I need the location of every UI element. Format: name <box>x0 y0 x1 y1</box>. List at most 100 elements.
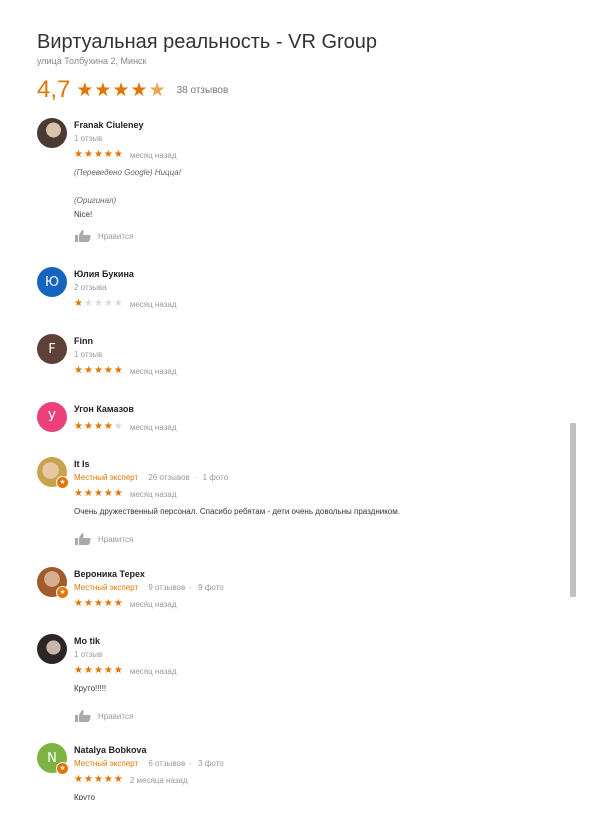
rating-stars: ★★★★★ <box>74 365 124 377</box>
avatar[interactable]: ★ <box>37 567 69 599</box>
avatar[interactable] <box>37 634 67 664</box>
star-filled-icon: ★ <box>103 665 114 676</box>
star-filled-icon: ★ <box>74 598 84 609</box>
place-header: Виртуальная реальность - VR Group улица … <box>37 30 577 104</box>
like-button[interactable]: Нравится <box>74 532 557 546</box>
star-empty-icon: ★ <box>103 298 114 309</box>
reviewer-name[interactable]: Franak Ciuleney <box>74 119 557 131</box>
review-item: У Угон Камазов ★★★★★ месяц назад <box>37 402 557 451</box>
avatar[interactable]: Ю <box>37 267 67 297</box>
review-time: месяц назад <box>129 666 177 676</box>
reviewer-photo-count: 3 фото <box>198 759 224 768</box>
star-filled-icon: ★ <box>83 421 94 432</box>
review-item: F Finn 1 отзыв ★★★★★ месяц назад <box>37 334 557 396</box>
rating-stars: ★★★★★ <box>74 598 124 610</box>
review-item: Mo tik 1 отзыв ★★★★★ месяц назад Круто!!… <box>37 634 557 737</box>
average-rating: 4,7 <box>37 76 71 103</box>
reviewer-review-count: 26 отзывов <box>148 473 190 482</box>
review-text: Nice! <box>74 210 93 219</box>
like-button[interactable]: Нравится <box>74 229 557 243</box>
reviewer-name[interactable]: It Is <box>74 458 557 470</box>
avatar-letter: N <box>47 750 57 766</box>
reviewer-review-count: 6 отзывов <box>148 759 186 768</box>
local-guide-label: Местный эксперт <box>74 473 139 482</box>
review-text: Круто!!!!! <box>74 684 107 693</box>
review-time: 2 месяца назад <box>129 775 188 785</box>
rating-stars: ★★★★★ <box>74 421 124 433</box>
star-filled-icon: ★ <box>93 774 104 785</box>
star-filled-icon: ★ <box>74 665 84 676</box>
star-filled-icon: ★ <box>83 665 94 676</box>
review-item: Ю Юлия Букина 2 отзыва ★★★★★ месяц назад <box>37 267 557 328</box>
star-filled-icon: ★ <box>83 488 94 499</box>
reviewer-name[interactable]: Mo tik <box>74 635 557 647</box>
review-time: месяц назад <box>129 599 177 609</box>
review-text: Круто <box>74 793 96 800</box>
star-filled-icon: ★ <box>113 774 124 785</box>
review-time: месяц назад <box>129 489 177 499</box>
reviewer-review-count: 9 отзывов <box>148 583 186 592</box>
star-empty-icon: ★ <box>113 421 124 432</box>
star-filled-icon: ★ <box>103 421 114 432</box>
avatar[interactable]: ★ <box>37 457 69 489</box>
star-filled-icon: ★ <box>83 774 94 785</box>
star-filled-icon: ★ <box>93 665 104 676</box>
place-title: Виртуальная реальность - VR Group <box>37 31 378 53</box>
reviewer-name[interactable]: Finn <box>74 335 557 347</box>
avatar[interactable]: У <box>37 402 67 432</box>
star-filled-icon: ★ <box>74 488 84 499</box>
avatar[interactable]: N ★ <box>37 743 69 775</box>
reviewer-name[interactable]: Natalya Bobkova <box>74 744 557 756</box>
avatar[interactable] <box>37 118 67 148</box>
reviewer-meta: 1 отзыв <box>74 134 103 143</box>
star-filled-icon: ★ <box>103 149 114 160</box>
thumbs-up-icon <box>74 532 92 546</box>
original-label: (Оригинал) <box>74 196 117 205</box>
star-icon: ★ <box>112 79 131 101</box>
rating-summary: 4,7 ★ ★ ★ ★ ★ 38 отзывов <box>37 76 577 104</box>
star-filled-icon: ★ <box>93 488 104 499</box>
review-item: N ★ Natalya Bobkova Местный эксперт 6 от… <box>37 743 557 800</box>
reviewer-meta: 1 отзыв <box>74 350 103 359</box>
star-filled-icon: ★ <box>103 774 114 785</box>
reviewer-meta: Местный эксперт 9 отзывов · 9 фото <box>74 583 224 592</box>
reviewer-photo-count: 1 фото <box>202 473 229 482</box>
review-time: месяц назад <box>129 299 177 309</box>
star-filled-icon: ★ <box>113 665 124 676</box>
local-guide-label: Местный эксперт <box>74 759 139 768</box>
reviewer-photo-count: 9 фото <box>198 583 224 592</box>
local-guide-badge-icon: ★ <box>56 762 69 775</box>
star-filled-icon: ★ <box>113 488 124 499</box>
reviewer-meta: 1 отзыв <box>74 650 103 659</box>
review-item: ★ Вероника Терех Местный эксперт 9 отзыв… <box>37 567 557 628</box>
star-icon: ★ <box>130 79 149 101</box>
review-item: ★ It Is Местный эксперт 26 отзывов · 1 фо… <box>37 457 557 561</box>
local-guide-badge-icon: ★ <box>56 586 69 599</box>
star-filled-icon: ★ <box>103 598 114 609</box>
review-time: месяц назад <box>129 422 177 432</box>
reviewer-name[interactable]: Вероника Терех <box>74 568 557 580</box>
like-button[interactable]: Нравится <box>74 709 557 723</box>
rating-stars: ★★★★★ <box>74 774 124 786</box>
review-time: месяц назад <box>129 366 177 376</box>
star-filled-icon: ★ <box>113 149 124 160</box>
star-empty-icon: ★ <box>93 298 104 309</box>
star-filled-icon: ★ <box>74 149 84 160</box>
reviewer-name[interactable]: Юлия Букина <box>74 268 557 280</box>
translated-label: (Переведено Google) Ницца! <box>74 168 181 177</box>
review-list: Franak Ciuleney 1 отзыв ★★★★★ месяц наза… <box>37 118 557 800</box>
review-text: Очень дружественный персонал. Спасибо ре… <box>74 507 400 516</box>
avatar[interactable]: F <box>37 334 67 364</box>
place-address: улица Толбухина 2, Минск <box>37 56 147 66</box>
star-filled-icon: ★ <box>74 365 84 376</box>
review-count-link[interactable]: 38 отзывов <box>177 85 229 96</box>
star-empty-icon: ★ <box>113 298 124 309</box>
scrollbar-thumb[interactable] <box>570 423 576 597</box>
reviewer-name[interactable]: Угон Камазов <box>74 403 557 415</box>
like-label: Нравится <box>98 534 134 544</box>
star-filled-icon: ★ <box>83 149 94 160</box>
avatar-letter: У <box>48 409 56 425</box>
review-time: месяц назад <box>129 150 177 160</box>
reviews-page: Виртуальная реальность - VR Group улица … <box>0 0 614 823</box>
reviewer-meta: Местный эксперт 26 отзывов · 1 фото <box>74 473 229 482</box>
